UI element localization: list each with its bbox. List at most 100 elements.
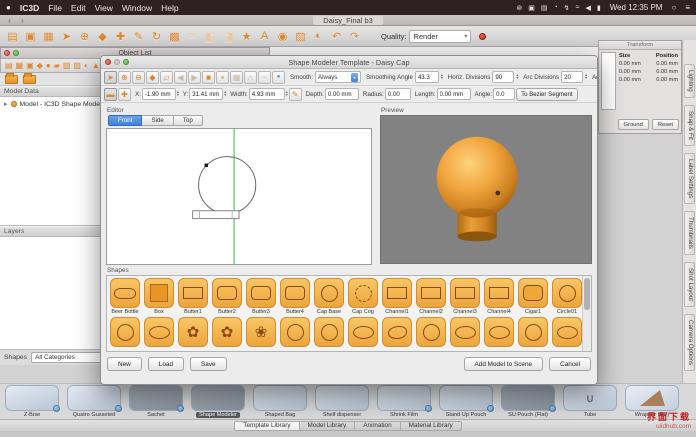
- add-point-tool-icon[interactable]: ▱: [160, 71, 173, 84]
- delete-object-icon[interactable]: ▦: [16, 61, 24, 70]
- reset-button[interactable]: Reset: [652, 119, 679, 130]
- clock-status-icon[interactable]: ◔: [554, 4, 558, 11]
- shape-beer-bottle[interactable]: Beer Bottle: [109, 278, 141, 315]
- tab-top[interactable]: Top: [174, 115, 203, 126]
- next-shape-icon[interactable]: ▶: [188, 71, 201, 84]
- add-object-icon[interactable]: ▤: [5, 61, 13, 70]
- zoom-out-tool-icon[interactable]: ⊖: [132, 71, 145, 84]
- shape-item[interactable]: ✿: [211, 317, 243, 347]
- shape-item[interactable]: [143, 317, 175, 347]
- camera-tool-icon[interactable]: ◐: [311, 29, 326, 44]
- image-tool-icon[interactable]: ▧: [293, 29, 308, 44]
- width-input[interactable]: [249, 88, 285, 100]
- tab-animation[interactable]: Animation: [355, 421, 400, 431]
- text-tool-icon[interactable]: A: [257, 29, 272, 44]
- arc-segment-icon[interactable]: ∩: [244, 71, 257, 84]
- hide-object-icon[interactable]: ▧: [63, 61, 71, 70]
- menu-window[interactable]: Window: [122, 3, 152, 13]
- shape-item[interactable]: [279, 317, 311, 347]
- link-tool-icon[interactable]: ∞: [185, 29, 200, 44]
- group-points-icon[interactable]: ▦: [230, 71, 243, 84]
- pencil-icon[interactable]: ✎: [289, 88, 302, 101]
- y-input[interactable]: [189, 88, 223, 100]
- menu-edit[interactable]: Edit: [71, 3, 86, 13]
- notification-center-icon[interactable]: ≡: [685, 3, 690, 12]
- quality-select[interactable]: Render ▾: [409, 30, 471, 43]
- app-menu[interactable]: IC3D: [20, 3, 39, 13]
- template-shrink-film[interactable]: Shrink Film: [375, 385, 433, 418]
- delete-point-icon[interactable]: ▪: [216, 71, 229, 84]
- add-segment-icon[interactable]: ✚: [118, 88, 131, 101]
- status-app-icon[interactable]: ▣: [528, 4, 535, 12]
- group-objects-icon[interactable]: ◆: [37, 61, 43, 70]
- side-tab-camera-options[interactable]: Camera Options: [684, 314, 695, 371]
- smooth-select[interactable]: Always ▾: [315, 71, 361, 83]
- shape-circle01[interactable]: Circle01: [551, 278, 582, 315]
- status-dot-icon[interactable]: ⊚: [516, 4, 522, 12]
- scrollbar-thumb[interactable]: [584, 278, 590, 310]
- template-tube[interactable]: ∪Tube: [561, 385, 619, 418]
- tab-front[interactable]: Front: [108, 115, 142, 126]
- save-button[interactable]: Save: [190, 357, 227, 371]
- prev-shape-icon[interactable]: ◀: [174, 71, 187, 84]
- stepper-icon[interactable]: ▴▾: [177, 91, 179, 98]
- crop-tool-icon[interactable]: ▩: [167, 29, 182, 44]
- shape-item[interactable]: [109, 317, 141, 347]
- shape-item[interactable]: [415, 317, 447, 347]
- bluetooth-icon[interactable]: ↯: [564, 4, 570, 12]
- forward-icon[interactable]: ›: [18, 16, 27, 25]
- star-tool-icon[interactable]: ★: [239, 29, 254, 44]
- length-input[interactable]: [437, 88, 471, 100]
- angle-input[interactable]: [493, 88, 515, 100]
- lock-object-icon[interactable]: ▨: [73, 61, 81, 70]
- move-tool-icon[interactable]: ✚: [113, 29, 128, 44]
- fill-shape-icon[interactable]: ■: [202, 71, 215, 84]
- select-point-tool-icon[interactable]: ➤: [104, 71, 117, 84]
- shape-cap-base[interactable]: Cap Base: [313, 278, 345, 315]
- rect-segment-tool-icon[interactable]: ▬: [104, 88, 117, 101]
- zoom-window-icon[interactable]: [13, 50, 19, 56]
- template-stand-up-pouch[interactable]: Stand Up Pouch: [437, 385, 495, 418]
- volume-icon[interactable]: ◀: [585, 4, 590, 12]
- menu-help[interactable]: Help: [161, 3, 178, 13]
- radius-input[interactable]: [385, 88, 411, 100]
- undo-icon[interactable]: ↶: [329, 29, 344, 44]
- tab-template-library[interactable]: Template Library: [234, 421, 299, 431]
- shape-butter3[interactable]: Butter3: [245, 278, 277, 315]
- shape-butter4[interactable]: Butter4: [279, 278, 311, 315]
- side-tab-snap-fit[interactable]: Snap & Fit: [684, 105, 695, 146]
- grab-tool-icon[interactable]: ◉: [275, 29, 290, 44]
- shape-butter2[interactable]: Butter2: [211, 278, 243, 315]
- shape-channel4[interactable]: Channel4: [483, 278, 515, 315]
- dialog-titlebar[interactable]: Shape Modeler Template - Daisy Cap: [101, 56, 597, 69]
- shape-item[interactable]: [313, 317, 345, 347]
- select-tool-icon[interactable]: ➤: [59, 29, 74, 44]
- depth-input[interactable]: [325, 88, 359, 100]
- side-tab-lighting[interactable]: Lighting: [684, 64, 695, 98]
- shape-item[interactable]: ✿: [177, 317, 209, 347]
- move-point-tool-icon[interactable]: ◆: [146, 71, 159, 84]
- rotate-tool-icon[interactable]: ↻: [149, 29, 164, 44]
- shape-item[interactable]: [551, 317, 582, 347]
- side-tab-label-settings[interactable]: Label Settings: [684, 153, 695, 204]
- save-file-icon[interactable]: ▦: [41, 29, 56, 44]
- arc-divisions-input[interactable]: [561, 71, 583, 83]
- shape-item[interactable]: [449, 317, 481, 347]
- shape-item[interactable]: [347, 317, 379, 347]
- folder-icon[interactable]: [23, 75, 36, 84]
- apple-menu-icon[interactable]: ●: [6, 3, 11, 12]
- bezier-segment-icon[interactable]: ~: [258, 71, 271, 84]
- point-color-icon[interactable]: ●: [272, 71, 285, 84]
- menu-file[interactable]: File: [48, 3, 62, 13]
- template-sachet[interactable]: Sachet: [127, 385, 185, 418]
- template-quatro-gusseted[interactable]: Quatro Gusseted: [65, 385, 123, 418]
- shape-channel3[interactable]: Channel3: [449, 278, 481, 315]
- template-shelf-dispenser[interactable]: Shelf dispenser: [313, 385, 371, 418]
- battery-icon[interactable]: ▮: [597, 4, 601, 12]
- shape-cap-cog[interactable]: Cap Cog: [347, 278, 379, 315]
- minimize-icon[interactable]: [114, 59, 120, 65]
- status-orange-app-icon[interactable]: ▤: [541, 4, 548, 12]
- wifi-icon[interactable]: ≈: [576, 4, 580, 11]
- close-icon[interactable]: [4, 50, 10, 56]
- side-tab-thumbnails[interactable]: Thumbnails: [684, 211, 695, 255]
